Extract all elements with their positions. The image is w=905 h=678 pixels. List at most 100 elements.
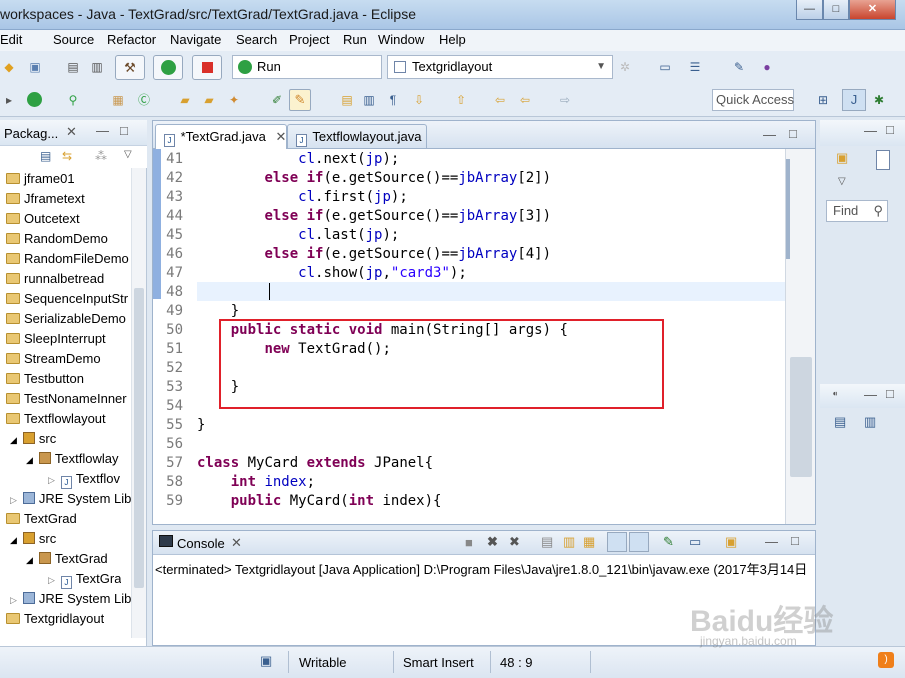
minimize-view-icon[interactable]: — [763, 127, 776, 142]
word-wrap-icon[interactable]: ▦ [583, 534, 595, 550]
run-button[interactable] [153, 55, 183, 80]
maximize-view-icon[interactable]: □ [886, 122, 894, 137]
close-icon[interactable]: ✕ [66, 124, 77, 140]
folder-icon[interactable]: ▰ [200, 91, 218, 109]
show-on-output-icon[interactable] [607, 532, 627, 552]
tree-item[interactable]: Textgridlayout [6, 609, 104, 629]
tree-item[interactable]: Outcetext [6, 209, 80, 229]
arrow-icon[interactable]: ▸ [0, 91, 18, 109]
tree-item[interactable]: ▷ JRE System Lib [10, 489, 131, 509]
menu-search[interactable]: Search [236, 32, 277, 47]
save-all-icon[interactable]: ▥ [88, 58, 106, 76]
minimize-view-icon[interactable]: — [96, 123, 109, 138]
tree-item[interactable]: TestNonameInner [6, 389, 127, 409]
tree-item[interactable]: SequenceInputStr [6, 289, 128, 309]
tree-item[interactable]: ◢ TextGrad [26, 549, 108, 569]
tree-item[interactable]: TextGrad [6, 509, 77, 529]
editor-scrollbar[interactable] [785, 149, 815, 524]
minimize-view-icon[interactable]: — [864, 123, 877, 138]
console-tab[interactable]: Console [177, 536, 225, 551]
last-edit-icon[interactable]: ⇦ [491, 91, 509, 109]
menu-help[interactable]: Help [439, 32, 466, 47]
block-select-icon[interactable]: ▥ [360, 91, 378, 109]
tree-item[interactable]: runnalbetread [6, 269, 104, 289]
quick-access-input[interactable]: Quick Access [712, 89, 794, 111]
tools-icon[interactable]: ✦ [225, 91, 243, 109]
filter-icon[interactable]: ⁂ [95, 149, 107, 163]
display-console-icon[interactable]: ▭ [689, 534, 701, 550]
menu-window[interactable]: Window [378, 32, 424, 47]
tree-item[interactable]: ▷ JRE System Lib [10, 589, 131, 609]
collapse-all-icon[interactable]: ▤ [40, 149, 51, 163]
new-task-icon[interactable]: ▣ [836, 150, 848, 166]
tree-item[interactable]: RandomDemo [6, 229, 108, 249]
tree-item[interactable]: jframe01 [6, 169, 75, 189]
annotation-icon[interactable]: ▤ [338, 91, 356, 109]
task-view-icon[interactable] [876, 150, 890, 170]
open-console-icon[interactable]: ▣ [725, 534, 737, 550]
prev-annotation-icon[interactable]: ⇧ [452, 91, 470, 109]
tree-item[interactable]: SerializableDemo [6, 309, 126, 329]
forward-icon[interactable]: ⇨ [556, 91, 574, 109]
package-explorer-tab[interactable]: Packag... [4, 126, 58, 141]
tree-item[interactable]: ◢ src [10, 529, 56, 549]
maximize-view-icon[interactable]: □ [120, 123, 128, 138]
tree-item[interactable]: Testbutton [6, 369, 84, 389]
outline-toolbar-icon[interactable]: ▤ [834, 414, 846, 430]
outline-icon[interactable]: ⁌ [832, 387, 838, 401]
scroll-lock-icon[interactable]: ▥ [563, 534, 575, 550]
new-wizard-icon[interactable]: ▣ [26, 58, 44, 76]
help-icon[interactable]: ● [758, 58, 776, 76]
debug-perspective-icon[interactable]: ✱ [870, 91, 888, 109]
java-perspective-icon[interactable]: J [842, 89, 866, 111]
next-annotation-icon[interactable]: ⇩ [410, 91, 428, 109]
open-perspective-icon[interactable]: ⊞ [814, 91, 832, 109]
tree-item[interactable]: ◢ src [10, 429, 56, 449]
remove-launch-icon[interactable]: ✖ [487, 534, 498, 550]
tab-textgrad[interactable]: J *TextGrad.java ✕ [155, 124, 287, 149]
remove-all-icon[interactable]: ✖ [509, 534, 520, 550]
close-button[interactable]: ✕ [849, 0, 896, 20]
class-icon[interactable]: Ⓒ [135, 91, 153, 109]
rss-icon[interactable]: ) [878, 652, 894, 668]
menu-source[interactable]: Source [53, 32, 94, 47]
whitespace-icon[interactable]: ¶ [384, 91, 402, 109]
debug-run-icon[interactable] [27, 92, 42, 107]
save-icon[interactable]: ▤ [64, 58, 82, 76]
maximize-button[interactable]: □ [823, 0, 849, 20]
back-icon[interactable]: ⇦ [516, 91, 534, 109]
menu-project[interactable]: Project [289, 32, 329, 47]
clear-console-icon[interactable]: ▤ [541, 534, 553, 550]
view-menu-icon[interactable]: ▽ [124, 149, 132, 160]
pin-icon[interactable]: ✎ [730, 58, 748, 76]
maximize-view-icon[interactable]: □ [886, 386, 894, 401]
tree-item[interactable]: SleepInterrupt [6, 329, 106, 349]
menu-run[interactable]: Run [343, 32, 367, 47]
show-on-error-icon[interactable] [629, 532, 649, 552]
build-icon[interactable]: ⚒ [115, 55, 145, 80]
pin-console-icon[interactable]: ✎ [663, 534, 674, 550]
tree-item[interactable]: ◢ Textflowlay [26, 449, 119, 469]
menu-edit[interactable]: Edit [0, 32, 22, 47]
marker-icon[interactable]: ✐ [268, 91, 286, 109]
status-icon[interactable]: ▣ [260, 653, 272, 669]
stop-button[interactable] [192, 55, 222, 80]
tree-item[interactable]: Textflowlayout [6, 409, 106, 429]
minimize-button[interactable]: — [796, 0, 823, 20]
terminate-icon[interactable]: ■ [465, 535, 473, 550]
tree-item[interactable]: RandomFileDemo [6, 249, 129, 269]
menu-refactor[interactable]: Refactor [107, 32, 156, 47]
highlight-toggle-icon[interactable]: ✎ [289, 89, 311, 111]
new-icon[interactable]: ◆ [0, 58, 18, 76]
open-folder-icon[interactable]: ▰ [176, 91, 194, 109]
tree-item[interactable]: ▷ J Textflov [48, 469, 120, 489]
package-icon[interactable]: ▦ [109, 91, 127, 109]
minimize-view-icon[interactable]: — [765, 534, 778, 549]
chevron-down-icon[interactable]: ▽ [838, 176, 846, 187]
sort-icon[interactable]: ▥ [864, 414, 876, 430]
tree-item[interactable]: Jframetext [6, 189, 85, 209]
minimize-view-icon[interactable]: — [864, 387, 877, 402]
gear-icon[interactable]: ✲ [616, 58, 634, 76]
coverage-icon[interactable]: ⚲ [64, 91, 82, 109]
maximize-view-icon[interactable]: □ [789, 126, 797, 141]
